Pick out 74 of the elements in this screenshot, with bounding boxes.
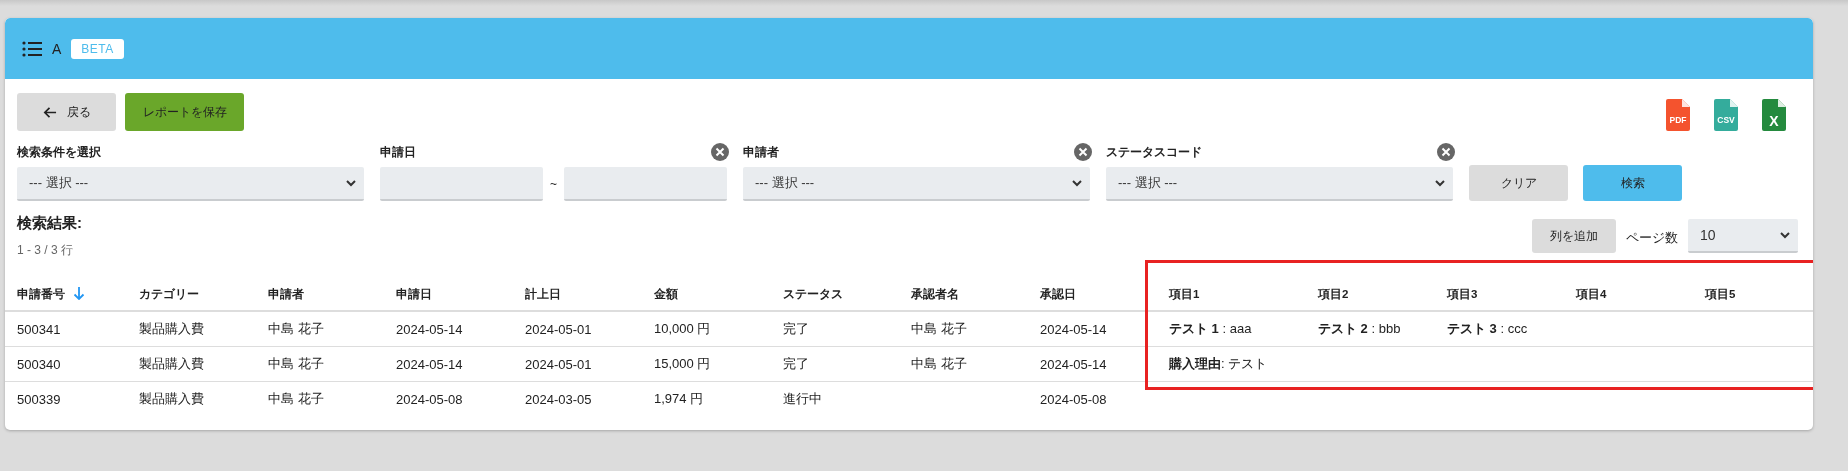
column-header[interactable]: 項目4 [1576,287,1607,300]
table-cell: テスト 3 : ccc [1447,321,1528,336]
date-input-field[interactable] [564,167,727,201]
column-header[interactable]: 承認者名 [911,287,959,300]
clear-icon[interactable] [1074,143,1092,161]
table-cell: 2024-05-01 [525,356,592,372]
column-header[interactable]: 項目1 [1169,287,1200,300]
date-input-field[interactable] [380,167,543,201]
column-header[interactable]: 金額 [654,287,678,300]
table-cell: 完了 [783,321,809,336]
table-cell: 2024-05-14 [396,321,463,337]
page-size-select[interactable]: 10 [1688,219,1798,253]
column-header[interactable]: 申請番号 [17,288,65,300]
table-cell: 2024-05-08 [1040,391,1107,407]
search-button[interactable]: 検索 [1583,165,1682,201]
results-title: 検索結果: [17,214,82,233]
table-cell: 購入理由: テスト [1169,356,1268,371]
excel-export-icon[interactable]: X [1762,99,1786,131]
table-cell: 1,974 円 [654,391,704,406]
table-cell: 中島 花子 [268,321,324,336]
clear-icon[interactable] [1437,143,1455,161]
table-cell: 製品購入費 [139,356,204,371]
table-cell: 10,000 円 [654,321,711,336]
filter-label: 申請者 [743,143,779,161]
column-header[interactable]: ステータス [783,287,843,300]
page-title: A [52,40,62,57]
column-header[interactable]: 計上日 [525,287,561,300]
table-cell: 製品購入費 [139,321,204,336]
beta-badge: BETA [71,38,124,59]
column-header[interactable]: 項目5 [1705,287,1736,300]
back-button[interactable]: 戻る [17,93,116,131]
range-separator: ~ [549,177,558,191]
select-field[interactable]: --- 選択 --- [17,167,364,201]
page-size-label: ページ数 [1626,229,1678,247]
table-cell: 中島 花子 [911,356,967,371]
table-cell: 2024-05-14 [396,356,463,372]
results-count: 1 - 3 / 3 行 [17,242,75,259]
table-cell: 2024-05-01 [525,321,592,337]
clear-button[interactable]: クリア [1469,165,1568,201]
column-header[interactable]: 項目2 [1318,287,1349,300]
caret-icon [1780,231,1790,239]
table-cell: 2024-05-14 [1040,356,1107,372]
table-cell: 2024-03-05 [525,391,592,407]
select-field[interactable]: --- 選択 --- [743,167,1090,201]
table-cell: 完了 [783,356,809,371]
table-cell: 中島 花子 [911,321,967,336]
add-column-button[interactable]: 列を追加 [1532,219,1616,253]
table-cell: 製品購入費 [139,391,204,406]
filter-label: 申請日 [380,143,416,161]
column-header[interactable]: カテゴリー [139,287,199,300]
column-header[interactable]: 申請者 [268,287,304,300]
table-cell: 中島 花子 [268,356,324,371]
table-cell: 500340 [17,356,61,372]
table-cell: 15,000 円 [654,356,711,371]
filter-label: ステータスコード [1106,143,1202,161]
caret-icon [1435,179,1445,187]
column-header[interactable]: 承認日 [1040,287,1076,300]
column-header[interactable]: 申請日 [396,287,432,300]
caret-icon [1072,179,1082,187]
table-cell: テスト 2 : bbb [1318,321,1401,336]
table-cell: 500339 [17,391,61,407]
table-cell: 2024-05-14 [1040,321,1107,337]
table-cell: 進行中 [783,391,822,406]
table-cell: テスト 1 : aaa [1169,321,1252,336]
table-cell: 2024-05-08 [396,391,463,407]
table-cell: 中島 花子 [268,391,324,406]
select-field[interactable]: --- 選択 --- [1106,167,1453,201]
table-cell: 500341 [17,321,61,337]
clear-icon[interactable] [711,143,729,161]
filter-label: 検索条件を選択 [17,143,101,161]
sort-arrow-icon[interactable] [73,286,85,300]
save-report-button[interactable]: レポートを保存 [125,93,244,131]
column-header[interactable]: 項目3 [1447,287,1478,300]
caret-icon [346,179,356,187]
